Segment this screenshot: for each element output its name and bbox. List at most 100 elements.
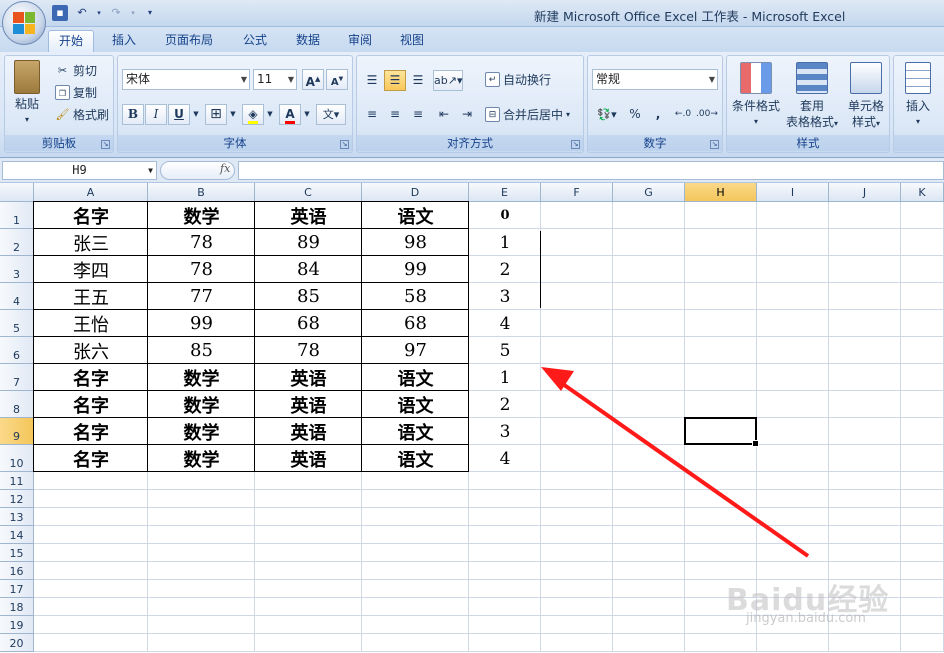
cell-g5[interactable] [613, 310, 685, 337]
cell-e19[interactable] [469, 616, 541, 634]
save-icon[interactable]: ▪ [52, 5, 68, 21]
cell-f9[interactable] [541, 418, 613, 445]
bold-button[interactable]: B [122, 104, 144, 125]
phonetic-button[interactable]: 文▾ [316, 104, 346, 125]
cell-i13[interactable] [757, 508, 829, 526]
cell-j7[interactable] [829, 364, 901, 391]
row-header-7[interactable]: 7 [0, 364, 34, 391]
cell-e15[interactable] [469, 544, 541, 562]
cell-e13[interactable] [469, 508, 541, 526]
cell-a19[interactable] [34, 616, 148, 634]
insert-cells-button[interactable]: 插入 ▾ [894, 62, 942, 130]
cell-k14[interactable] [901, 526, 944, 544]
cell-d20[interactable] [362, 634, 469, 652]
cell-d18[interactable] [362, 598, 469, 616]
cell-g8[interactable] [613, 391, 685, 418]
cell-g6[interactable] [613, 337, 685, 364]
cell-e16[interactable] [469, 562, 541, 580]
cell-i4[interactable] [757, 283, 829, 310]
cell-h6[interactable] [685, 337, 757, 364]
cell-j6[interactable] [829, 337, 901, 364]
cell-h14[interactable] [685, 526, 757, 544]
cell-g14[interactable] [613, 526, 685, 544]
cell-g1[interactable] [613, 202, 685, 229]
format-as-table-button[interactable]: 套用 表格格式▾ [783, 62, 841, 132]
cell-f4[interactable] [541, 283, 613, 310]
cell-k15[interactable] [901, 544, 944, 562]
cell-i3[interactable] [757, 256, 829, 283]
cell-h8[interactable] [685, 391, 757, 418]
cell-k11[interactable] [901, 472, 944, 490]
row-header-14[interactable]: 14 [0, 526, 34, 544]
cell-b14[interactable] [148, 526, 255, 544]
cell-e18[interactable] [469, 598, 541, 616]
cell-k5[interactable] [901, 310, 944, 337]
select-all-corner[interactable] [0, 183, 34, 202]
cell-f3[interactable] [541, 256, 613, 283]
cell-h5[interactable] [685, 310, 757, 337]
cell-b11[interactable] [148, 472, 255, 490]
cell-c15[interactable] [255, 544, 362, 562]
tab-home[interactable]: 开始 [48, 30, 94, 52]
cell-g19[interactable] [613, 616, 685, 634]
cell-g2[interactable] [613, 229, 685, 256]
row-header-4[interactable]: 4 [0, 283, 34, 310]
column-header-b[interactable]: B [148, 183, 255, 202]
cell-h11[interactable] [685, 472, 757, 490]
cell-d17[interactable] [362, 580, 469, 598]
font-size-select[interactable]: 11 ▼ [253, 69, 297, 90]
undo-dropdown-icon[interactable]: ▾ [96, 5, 102, 21]
cell-d14[interactable] [362, 526, 469, 544]
cell-h4[interactable] [685, 283, 757, 310]
cell-g9[interactable] [613, 418, 685, 445]
cell-e11[interactable] [469, 472, 541, 490]
redo-icon[interactable]: ↷ [108, 5, 124, 21]
number-launcher-icon[interactable]: ↘ [710, 140, 719, 149]
cell-f14[interactable] [541, 526, 613, 544]
cell-f10[interactable] [541, 445, 613, 472]
conditional-format-button[interactable]: 条件格式 ▾ [727, 62, 785, 130]
merge-center-button[interactable]: ⊟ 合并后居中 ▾ [485, 106, 570, 123]
office-button[interactable] [2, 1, 46, 45]
cell-k16[interactable] [901, 562, 944, 580]
insert-function-button[interactable]: fx [220, 162, 230, 175]
selected-cell-h9[interactable] [684, 417, 759, 447]
row-header-9[interactable]: 9 [0, 418, 34, 445]
borders-button[interactable]: ⊞ [205, 104, 227, 125]
cell-j4[interactable] [829, 283, 901, 310]
cell-k10[interactable] [901, 445, 944, 472]
fill-color-button[interactable]: ◈ [242, 104, 264, 125]
cell-a18[interactable] [34, 598, 148, 616]
cell-i20[interactable] [757, 634, 829, 652]
cell-k2[interactable] [901, 229, 944, 256]
tab-page-layout[interactable]: 页面布局 [155, 30, 223, 52]
cell-c19[interactable] [255, 616, 362, 634]
formula-input[interactable] [238, 161, 944, 180]
cell-a12[interactable] [34, 490, 148, 508]
cell-i2[interactable] [757, 229, 829, 256]
cell-h1[interactable] [685, 202, 757, 229]
number-format-select[interactable]: 常规 ▼ [592, 69, 718, 90]
cell-a17[interactable] [34, 580, 148, 598]
cell-i8[interactable] [757, 391, 829, 418]
cell-k6[interactable] [901, 337, 944, 364]
column-header-e[interactable]: E [469, 183, 541, 202]
cell-i1[interactable] [757, 202, 829, 229]
row-header-8[interactable]: 8 [0, 391, 34, 418]
grow-font-button[interactable]: A▲ [302, 69, 324, 90]
align-middle-button[interactable]: ☰ [384, 70, 406, 91]
cell-j8[interactable] [829, 391, 901, 418]
cell-f1[interactable] [541, 202, 613, 229]
align-right-button[interactable]: ≡ [407, 104, 429, 125]
row-header-3[interactable]: 3 [0, 256, 34, 283]
cell-b13[interactable] [148, 508, 255, 526]
cell-k20[interactable] [901, 634, 944, 652]
column-header-g[interactable]: G [613, 183, 685, 202]
cell-b16[interactable] [148, 562, 255, 580]
column-header-k[interactable]: K [901, 183, 944, 202]
cell-e14[interactable] [469, 526, 541, 544]
row-header-1[interactable]: 1 [0, 202, 34, 229]
align-bottom-button[interactable]: ☰ [407, 70, 429, 91]
cell-j12[interactable] [829, 490, 901, 508]
column-header-f[interactable]: F [541, 183, 613, 202]
